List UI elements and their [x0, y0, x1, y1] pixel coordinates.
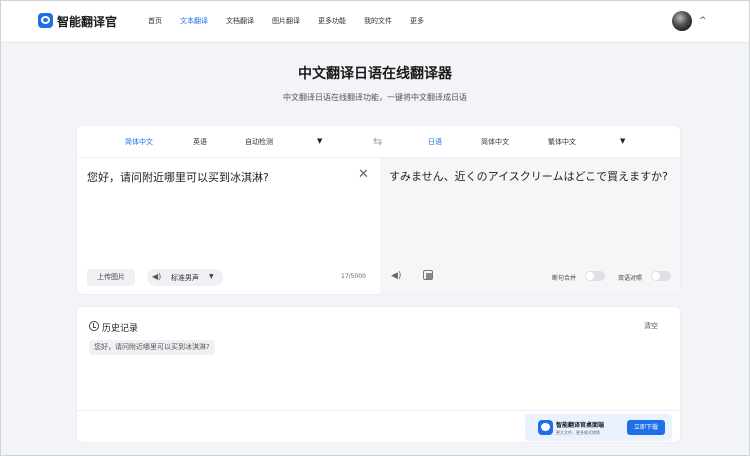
history-title: 历史记录	[102, 324, 139, 334]
nav-doc-translate[interactable]: 文档翻译	[226, 16, 254, 26]
download-button[interactable]: 立即下载	[627, 420, 665, 435]
voice-select[interactable]: ◀) 标准男声 ▼	[147, 269, 223, 286]
history-icon	[89, 321, 99, 331]
sentence-merge-toggle[interactable]	[585, 271, 605, 281]
target-lang-japanese[interactable]: 日语	[428, 137, 442, 147]
clear-history-button[interactable]: 清空	[644, 321, 658, 331]
upload-image-button[interactable]: 上传图片	[87, 269, 135, 286]
app-logo-icon[interactable]	[38, 13, 53, 28]
history-item[interactable]: 您好，请问附近哪里可以买到冰淇淋?	[89, 340, 215, 355]
user-avatar[interactable]	[672, 11, 692, 31]
sentence-merge-label: 断句合并	[552, 275, 577, 282]
target-lang-chinese[interactable]: 简体中文	[481, 137, 509, 147]
translator-card: 简体中文 英语 自动检测 ▼ ⇆ 日语 简体中文 繁体中文 ▼ 您好，请问附近哪…	[76, 125, 681, 295]
promo-title: 智能翻译官桌面端	[556, 422, 605, 429]
voice-label: 标准男声	[171, 274, 199, 282]
nav-home[interactable]: 首页	[148, 16, 162, 26]
translation-output: すみません、近くのアイスクリームはどこで買えますか?	[389, 170, 668, 183]
nav-text-translate[interactable]: 文本翻译	[180, 16, 208, 26]
play-translation-icon[interactable]: ◀)	[391, 271, 401, 281]
brand-name[interactable]: 智能翻译官	[57, 13, 117, 30]
nav-my-files[interactable]: 我的文件	[364, 16, 392, 26]
language-bar: 简体中文 英语 自动检测 ▼ ⇆ 日语 简体中文 繁体中文 ▼	[77, 126, 680, 158]
char-counter: 17/5000	[341, 273, 366, 280]
page-subtitle: 中文翻译日语在线翻译功能，一键将中文翻译成日语	[283, 93, 467, 102]
page-title: 中文翻译日语在线翻译器	[298, 66, 452, 82]
divider	[77, 410, 680, 411]
desktop-app-promo: 智能翻译官桌面端 更大文件，更多格式转换 立即下载	[525, 414, 672, 441]
copy-icon[interactable]	[423, 270, 433, 280]
speaker-icon[interactable]: ◀)	[152, 272, 161, 281]
nav-more-features[interactable]: 更多功能	[318, 16, 346, 26]
source-lang-chinese[interactable]: 简体中文	[125, 137, 153, 147]
source-text-input[interactable]: 您好，请问附近哪里可以买到冰淇淋?	[87, 169, 269, 185]
bilingual-label: 双语对照	[618, 275, 643, 282]
close-icon[interactable]: ✕	[358, 167, 369, 182]
bilingual-toggle[interactable]	[651, 271, 671, 281]
target-lang-traditional[interactable]: 繁体中文	[548, 137, 576, 147]
nav-more[interactable]: 更多	[410, 16, 424, 26]
chevron-up-icon[interactable]: ^	[699, 16, 707, 26]
app-logo-icon	[538, 420, 553, 435]
history-card: 历史记录 清空 您好，请问附近哪里可以买到冰淇淋? 智能翻译官桌面端 更大文件，…	[76, 306, 681, 443]
source-lang-dropdown-icon[interactable]: ▼	[317, 137, 322, 145]
promo-subtitle: 更大文件，更多格式转换	[556, 430, 600, 435]
top-header: 智能翻译官 首页 文本翻译 文档翻译 图片翻译 更多功能 我的文件 更多 ^	[1, 1, 749, 43]
nav-image-translate[interactable]: 图片翻译	[272, 16, 300, 26]
source-lang-auto-detect[interactable]: 自动检测	[245, 137, 273, 147]
target-lang-dropdown-icon[interactable]: ▼	[620, 137, 625, 145]
swap-languages-icon[interactable]: ⇆	[373, 135, 382, 148]
chevron-down-icon: ▼	[209, 273, 214, 280]
main-nav: 首页 文本翻译 文档翻译 图片翻译 更多功能 我的文件 更多	[148, 16, 442, 26]
source-lang-english[interactable]: 英语	[193, 137, 207, 147]
